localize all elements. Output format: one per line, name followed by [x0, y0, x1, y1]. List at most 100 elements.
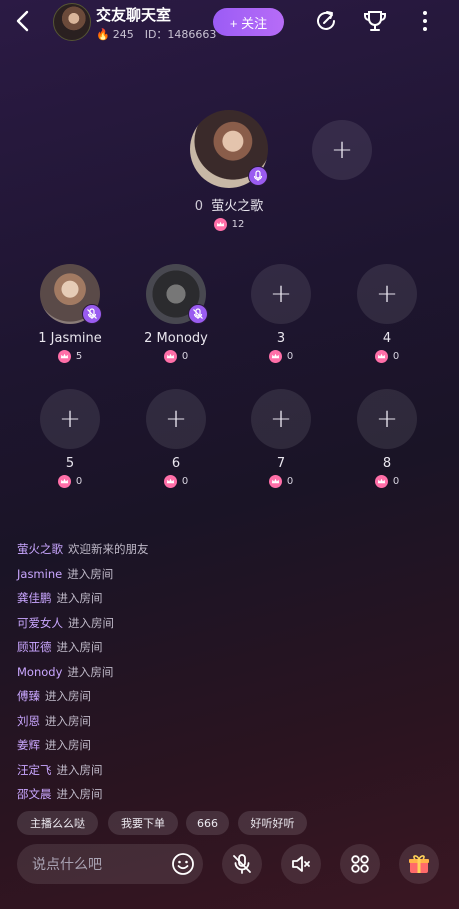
- chat-username[interactable]: 龚佳鹏: [17, 590, 52, 606]
- chat-message: 汪定飞 进入房间: [17, 762, 103, 778]
- seat-3[interactable]: + 3 0: [241, 264, 321, 363]
- seat-index: 0: [194, 199, 203, 214]
- share-button[interactable]: [313, 8, 339, 34]
- gift-button[interactable]: [399, 844, 439, 884]
- add-seat-button[interactable]: +: [357, 389, 417, 449]
- seat-name: 萤火之歌: [211, 199, 264, 214]
- gift-icon: [409, 855, 429, 873]
- crown-icon: [268, 475, 282, 488]
- chat-username[interactable]: 傅臻: [17, 688, 40, 704]
- fire-icon: 🔥: [96, 27, 110, 41]
- plus-icon: +: [331, 135, 353, 165]
- chat-username[interactable]: 顾亚德: [17, 639, 52, 655]
- add-seat-button[interactable]: +: [312, 120, 372, 180]
- seat-score: 0: [136, 350, 216, 363]
- chat-message: 邵文晨 进入房间: [17, 786, 103, 802]
- seat-5[interactable]: + 5 0: [30, 389, 110, 488]
- chat-username[interactable]: 姜辉: [17, 737, 40, 753]
- crown-icon: [268, 350, 282, 363]
- crown-icon: [163, 350, 177, 363]
- crown-icon: [374, 475, 388, 488]
- room-title: 交友聊天室: [96, 6, 172, 24]
- add-seat-button[interactable]: +: [251, 389, 311, 449]
- ranking-button[interactable]: [362, 8, 388, 34]
- seat-score: 0: [30, 475, 110, 488]
- chat-input[interactable]: 说点什么吧: [17, 844, 203, 884]
- mic-off-icon: [188, 304, 208, 324]
- popularity-count: 245: [112, 27, 134, 41]
- crown-icon: [57, 475, 71, 488]
- seat-score: 0: [347, 475, 427, 488]
- chat-username[interactable]: 萤火之歌: [17, 541, 63, 557]
- chat-username[interactable]: 邵文晨: [17, 786, 52, 802]
- room-owner-avatar[interactable]: [53, 3, 91, 41]
- seat-4[interactable]: + 4 0: [347, 264, 427, 363]
- chat-username[interactable]: 刘恩: [17, 713, 40, 729]
- seat-score: 0: [241, 475, 321, 488]
- crown-icon: [57, 350, 71, 363]
- chat-message: 刘恩 进入房间: [17, 713, 91, 729]
- seat-6[interactable]: + 6 0: [136, 389, 216, 488]
- seat-8[interactable]: + 8 0: [347, 389, 427, 488]
- seat-score: 12: [189, 218, 269, 231]
- more-button[interactable]: [412, 8, 438, 34]
- chat-username[interactable]: 汪定飞: [17, 762, 52, 778]
- apps-button[interactable]: [340, 844, 380, 884]
- seat-score: 5: [30, 350, 110, 363]
- mic-off-icon: [233, 854, 251, 874]
- chat-username[interactable]: 可爱女人: [17, 615, 63, 631]
- share-icon: [317, 11, 335, 30]
- chat-username[interactable]: Jasmine: [17, 567, 62, 581]
- chat-message: 姜辉 进入房间: [17, 737, 91, 753]
- quick-reply-chip[interactable]: 我要下单: [108, 811, 178, 835]
- crown-icon: [163, 475, 177, 488]
- seat-2[interactable]: 2 Monody 0: [136, 264, 216, 363]
- emoji-button[interactable]: [163, 844, 203, 884]
- add-seat-button[interactable]: +: [357, 264, 417, 324]
- empty-seat-extra[interactable]: +: [302, 120, 382, 180]
- seat-score: 0: [136, 475, 216, 488]
- seat-score: 0: [241, 350, 321, 363]
- chat-list: 萤火之歌 欢迎新来的朋友 Jasmine 进入房间 龚佳鹏 进入房间 可爱女人 进入房间…: [17, 537, 437, 807]
- seat-avatar[interactable]: [146, 264, 208, 324]
- speaker-mute-icon: [292, 856, 310, 872]
- quick-reply-chip[interactable]: 666: [186, 811, 229, 835]
- follow-button[interactable]: + 关注: [213, 8, 284, 36]
- chat-message: Monody 进入房间: [17, 664, 114, 679]
- host-seat[interactable]: 0 萤火之歌 12: [189, 110, 269, 231]
- plus-icon: +: [376, 279, 398, 309]
- plus-icon: +: [270, 279, 292, 309]
- chat-username[interactable]: Monody: [17, 665, 62, 679]
- plus-icon: +: [165, 404, 187, 434]
- crown-icon: [374, 350, 388, 363]
- add-seat-button[interactable]: +: [251, 264, 311, 324]
- room-id: ID：1486663: [144, 28, 217, 41]
- quick-reply-chip[interactable]: 好听好听: [238, 811, 307, 835]
- seat-avatar[interactable]: [40, 264, 102, 324]
- trophy-icon: [364, 11, 386, 31]
- chevron-left-icon: [16, 10, 29, 32]
- seat-score: 0: [347, 350, 427, 363]
- room-meta: 🔥 245 ID：1486663: [96, 26, 216, 42]
- chat-message: Jasmine 进入房间: [17, 566, 114, 581]
- mic-icon: [248, 166, 268, 186]
- plus-icon: +: [376, 404, 398, 434]
- chat-message: 傅臻 进入房间: [17, 688, 91, 704]
- mic-off-icon: [82, 304, 102, 324]
- crown-icon: [213, 218, 227, 231]
- back-button[interactable]: [10, 8, 36, 34]
- chat-message: 龚佳鹏 进入房间: [17, 590, 103, 606]
- quick-reply-chip[interactable]: 主播么么哒: [17, 811, 98, 835]
- speaker-toggle-button[interactable]: [281, 844, 321, 884]
- seat-7[interactable]: + 7 0: [241, 389, 321, 488]
- host-avatar[interactable]: [190, 110, 268, 188]
- apps-grid-icon: [351, 855, 369, 873]
- smiley-icon: [172, 853, 194, 875]
- seat-name: Monody: [156, 331, 208, 346]
- add-seat-button[interactable]: +: [146, 389, 206, 449]
- plus-icon: +: [59, 404, 81, 434]
- chat-message: 顾亚德 进入房间: [17, 639, 103, 655]
- mic-toggle-button[interactable]: [222, 844, 262, 884]
- seat-1[interactable]: 1 Jasmine 5: [30, 264, 110, 363]
- add-seat-button[interactable]: +: [40, 389, 100, 449]
